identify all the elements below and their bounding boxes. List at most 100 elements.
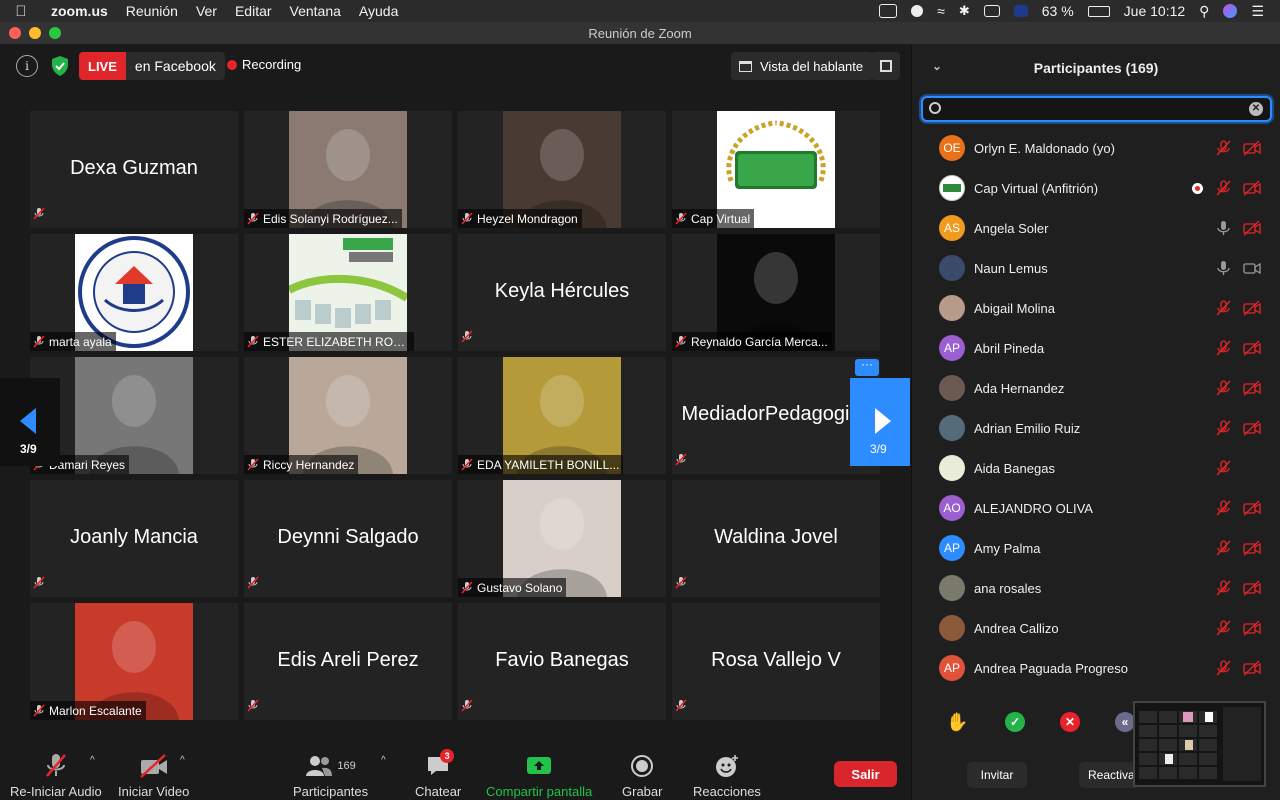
participant-row[interactable]: Ada Hernandez [912, 368, 1280, 408]
reactivate-button[interactable]: Reactiva [1079, 762, 1139, 788]
participant-status-icons [1215, 420, 1261, 436]
participant-status-icons [1215, 340, 1261, 356]
live-stream-indicator[interactable]: LIVE en Facebook [79, 52, 225, 80]
menu-ver[interactable]: Ver [187, 3, 226, 19]
participant-tile[interactable]: Marlon Escalante [30, 603, 238, 720]
recording-indicator[interactable]: Recording [227, 57, 301, 72]
participant-row[interactable]: Adrian Emilio Ruiz [912, 408, 1280, 448]
fullscreen-button[interactable] [871, 52, 900, 80]
zoom-status-icon[interactable] [879, 4, 898, 18]
mic-muted-icon [1216, 460, 1231, 476]
participant-row[interactable]: Naun Lemus [912, 248, 1280, 288]
menubar-clock[interactable]: Jue 10:12 [1124, 3, 1186, 19]
previous-page-button[interactable]: 3/9 [0, 378, 60, 466]
participant-tile[interactable]: Cap Virtual [672, 111, 880, 228]
chat-button[interactable]: 3 Chatear [415, 749, 461, 799]
participant-row[interactable]: Andrea Callizo [912, 608, 1280, 648]
video-off-icon [1243, 140, 1261, 156]
participant-tile[interactable]: Rosa Vallejo V [672, 603, 880, 720]
participant-tile[interactable]: Edis Areli Perez [244, 603, 452, 720]
participant-row[interactable]: AP Amy Palma [912, 528, 1280, 568]
wifi-icon[interactable]: ≈ [937, 3, 945, 19]
video-options-caret-icon[interactable]: ^ [180, 755, 185, 766]
minimize-window-button[interactable] [29, 27, 41, 39]
close-window-button[interactable] [9, 27, 21, 39]
go-slower-icon[interactable]: « [1115, 712, 1135, 732]
chat-icon: 3 [426, 749, 455, 779]
mic-muted-icon [461, 699, 473, 712]
participant-row[interactable]: AP Abril Pineda [912, 328, 1280, 368]
audio-options-caret-icon[interactable]: ^ [90, 755, 95, 766]
raise-hand-icon[interactable]: ✋ [946, 712, 968, 732]
participant-tile[interactable]: Joanly Mancia [30, 480, 238, 597]
video-off-icon [139, 753, 169, 779]
participant-avatar [939, 415, 965, 441]
view-mode-button[interactable]: Vista del hablante [731, 52, 874, 80]
collapse-panel-chevron-icon[interactable]: ⌄ [932, 59, 942, 73]
participants-button[interactable]: 169 Participantes [293, 753, 368, 799]
notification-center-icon[interactable]: ☰ [1251, 3, 1264, 20]
spotlight-search-icon[interactable]: ⚲ [1199, 3, 1209, 20]
participant-row[interactable]: Cap Virtual (Anfitrión) [912, 168, 1280, 208]
yes-check-icon[interactable]: ✓ [1005, 712, 1025, 732]
zoom-window-button[interactable] [49, 27, 61, 39]
participant-status-icons [1215, 260, 1261, 276]
leave-meeting-button[interactable]: Salir [834, 761, 897, 787]
participant-tile[interactable]: ESTER ELIZABETH ROD... [244, 234, 452, 351]
audio-button[interactable]: Re-Iniciar Audio [10, 753, 102, 799]
no-x-icon[interactable]: ✕ [1060, 712, 1080, 732]
participant-tile[interactable]: Reynaldo García Merca... [672, 234, 880, 351]
participant-tile[interactable]: Riccy Hernandez [244, 357, 452, 474]
mic-muted-icon [675, 335, 687, 348]
keyboard-flag-icon[interactable] [1013, 5, 1028, 17]
video-button[interactable]: Iniciar Video [118, 753, 189, 799]
reactions-button[interactable]: Reacciones [693, 753, 761, 799]
participant-row[interactable]: Aida Banegas [912, 448, 1280, 488]
participant-tile[interactable]: Edis Solanyi Rodríguez... [244, 111, 452, 228]
self-view-thumbnail[interactable] [1133, 701, 1266, 787]
participant-tile[interactable]: Favio Banegas [458, 603, 666, 720]
participant-row[interactable]: AS Angela Soler [912, 208, 1280, 248]
siri-icon[interactable] [1223, 4, 1238, 18]
bluetooth-icon[interactable]: ✱ [959, 3, 970, 19]
participant-row[interactable]: Abigail Molina [912, 288, 1280, 328]
participant-row[interactable]: AP Andrea Paguada Progreso [912, 648, 1280, 683]
participant-tile[interactable]: Heyzel Mondragon [458, 111, 666, 228]
airplay-icon[interactable] [983, 5, 1000, 17]
creative-cloud-icon[interactable] [911, 5, 924, 17]
next-page-button[interactable]: 3/9 [850, 378, 910, 466]
participant-row[interactable]: AO ALEJANDRO OLIVA [912, 488, 1280, 528]
menu-reunion[interactable]: Reunión [117, 3, 187, 19]
record-button[interactable]: Grabar [622, 753, 662, 799]
participant-tile[interactable]: EDA YAMILETH BONILL... [458, 357, 666, 474]
apple-menu-icon[interactable]:  [0, 3, 42, 20]
participant-tile[interactable]: Keyla Hércules [458, 234, 666, 351]
participant-tile[interactable]: Dexa Guzman [30, 111, 238, 228]
participant-tile[interactable]: Deynni Salgado [244, 480, 452, 597]
menu-editar[interactable]: Editar [226, 3, 281, 19]
encryption-shield-icon[interactable] [50, 55, 70, 77]
battery-icon[interactable] [1087, 5, 1110, 17]
menu-ayuda[interactable]: Ayuda [350, 3, 407, 19]
participant-row[interactable]: ana rosales [912, 568, 1280, 608]
participant-search-input[interactable]: ✕ [921, 96, 1272, 122]
participant-tile[interactable]: MediadorPedagogico [672, 357, 880, 474]
tile-more-options-button[interactable]: ··· [855, 358, 879, 376]
record-label: Grabar [622, 784, 663, 799]
participant-tile[interactable]: Gustavo Solano [458, 480, 666, 597]
menu-app-name[interactable]: zoom.us [42, 3, 117, 19]
menu-ventana[interactable]: Ventana [281, 3, 350, 19]
participant-tile[interactable]: Waldina Jovel [672, 480, 880, 597]
video-off-icon [1243, 580, 1261, 596]
participant-row[interactable]: OE Orlyn E. Maldonado (yo) [912, 128, 1280, 168]
share-screen-button[interactable]: Compartir pantalla [486, 753, 592, 799]
participant-avatar: AP [939, 335, 965, 361]
clear-search-icon[interactable]: ✕ [1249, 102, 1263, 116]
participant-tile[interactable]: marta ayala [30, 234, 238, 351]
meeting-info-icon[interactable]: i [16, 55, 38, 77]
participants-options-caret-icon[interactable]: ^ [381, 755, 386, 766]
participant-name-label: Reynaldo García Merca... [672, 332, 832, 351]
invite-button[interactable]: Invitar [967, 762, 1027, 788]
participant-name-text: Heyzel Mondragon [477, 211, 578, 226]
participant-tile[interactable]: Damari Reyes [30, 357, 238, 474]
